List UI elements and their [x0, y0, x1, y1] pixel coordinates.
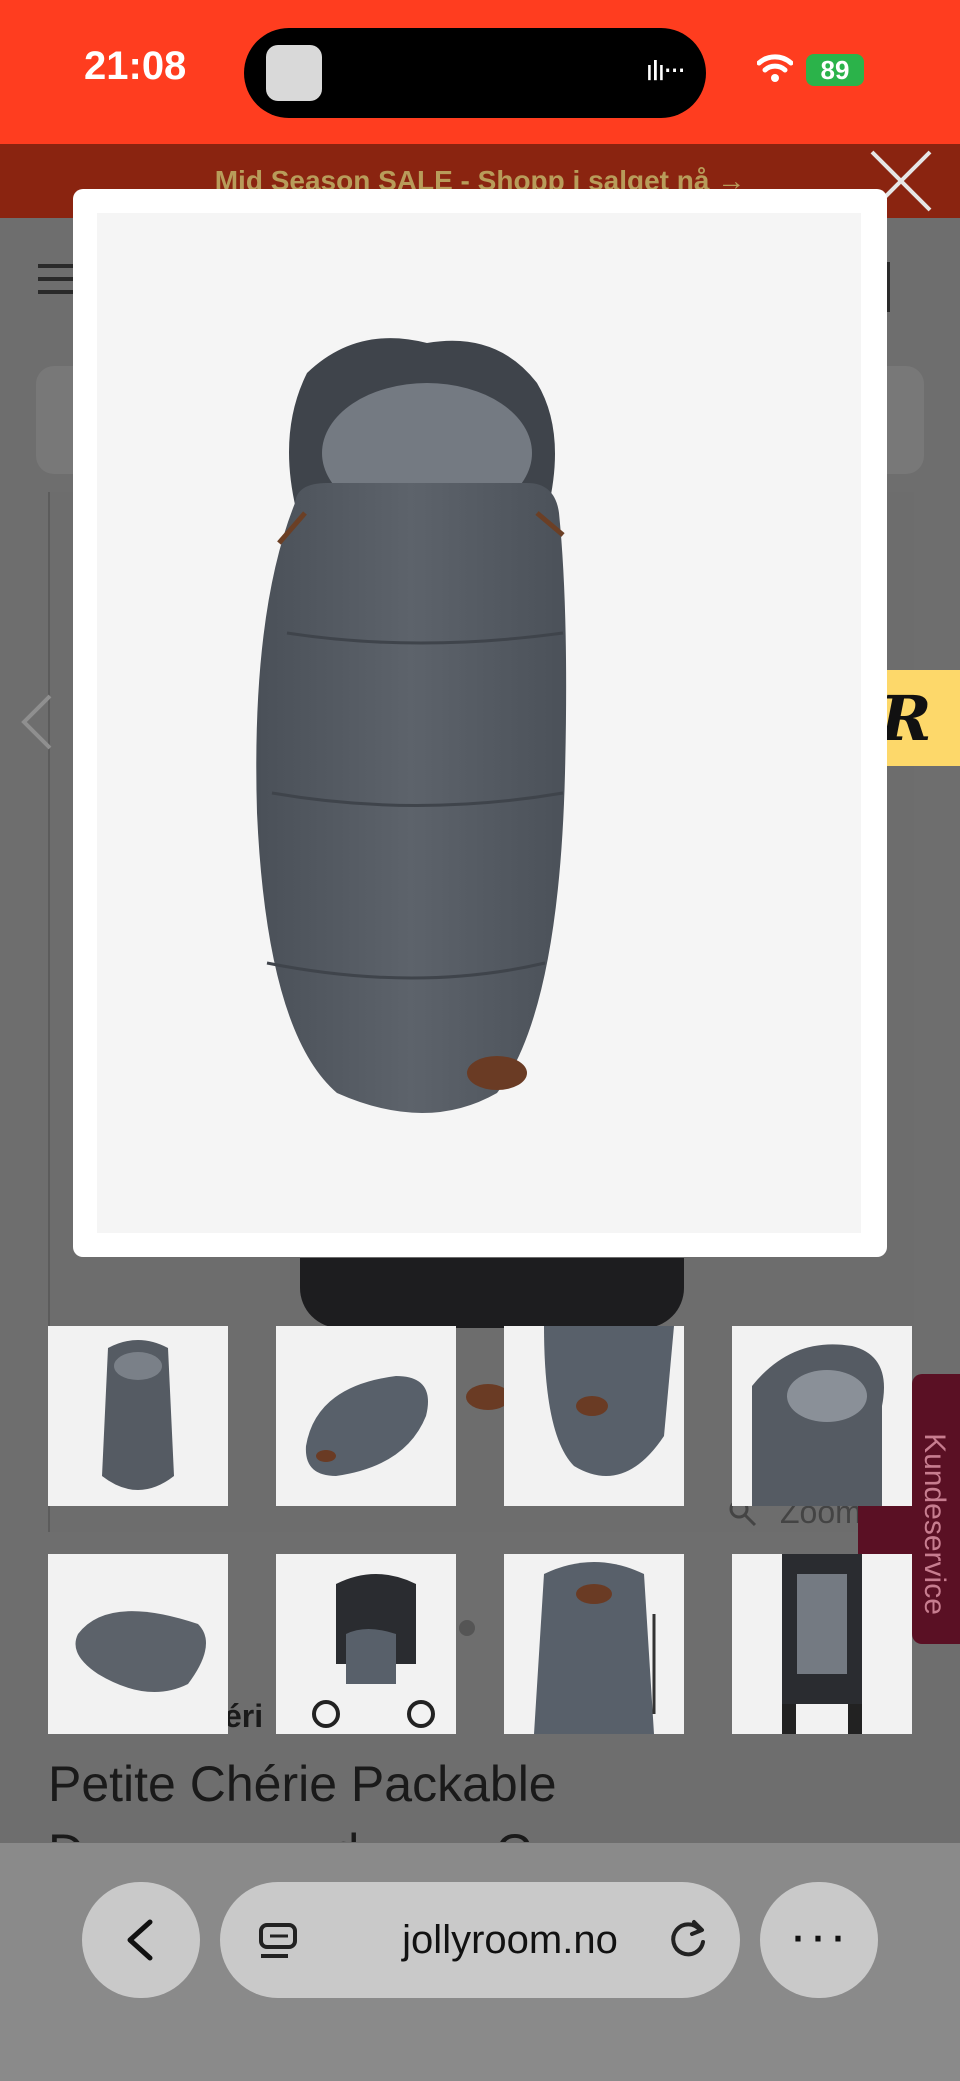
thumbnail[interactable] — [276, 1326, 456, 1506]
lightbox-image-frame — [97, 213, 861, 1233]
main-product-image[interactable] — [97, 213, 861, 1233]
brand-name: éri — [224, 1698, 264, 1734]
product-title-line2: Dunpose med pose C — [48, 1822, 532, 1842]
dynamic-island: ıIı··· — [244, 28, 706, 118]
more-options-button[interactable]: ··· — [760, 1882, 878, 1998]
product-image-behind — [300, 1258, 684, 1328]
address-bar[interactable]: jollyroom.no — [220, 1882, 740, 1998]
reader-mode-icon[interactable] — [258, 1922, 298, 1960]
status-bar: 21:08 ıIı··· 89 — [0, 0, 960, 144]
thumbnail[interactable] — [48, 1554, 228, 1734]
audio-wave-icon: ıIı··· — [645, 54, 686, 87]
now-playing-thumbnail — [266, 45, 322, 101]
r-logo-icon: R — [880, 682, 932, 755]
back-button[interactable] — [82, 1882, 200, 1998]
thumbnail[interactable] — [276, 1554, 456, 1734]
battery-icon: 89 — [806, 54, 864, 86]
hamburger-icon — [38, 264, 74, 294]
customer-service-label: Kundeservice — [918, 1433, 951, 1615]
clock: 21:08 — [84, 44, 187, 88]
thumbnail[interactable] — [732, 1554, 912, 1734]
reload-icon[interactable] — [666, 1918, 710, 1962]
product-title: Petite Chérie Packable — [48, 1756, 557, 1812]
thumbnail[interactable] — [732, 1326, 912, 1506]
thumbnail[interactable] — [48, 1326, 228, 1506]
chevron-left-icon — [127, 1919, 153, 1961]
thumbnail[interactable] — [504, 1554, 684, 1734]
ellipsis-icon: ··· — [789, 1905, 849, 1965]
url-text: jollyroom.no — [402, 1918, 618, 1962]
thumbnail[interactable] — [504, 1326, 684, 1506]
carousel-dot — [459, 1620, 475, 1636]
chevron-left-icon — [21, 694, 52, 750]
wifi-icon — [757, 54, 793, 82]
image-lightbox — [73, 189, 887, 1257]
